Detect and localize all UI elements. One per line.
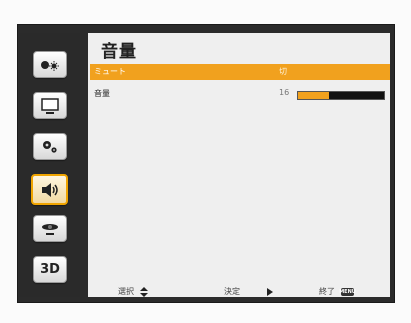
footer-exit: 終了 MENU xyxy=(319,286,356,297)
right-arrow-icon xyxy=(267,287,273,296)
mute-label: ミュート xyxy=(94,67,126,76)
volume-value: 16 xyxy=(279,88,290,97)
tab-projector[interactable] xyxy=(33,215,67,242)
sidebar-tabs: 3D xyxy=(19,33,80,297)
speaker-icon xyxy=(41,182,58,197)
footer-select: 選択 xyxy=(118,286,148,297)
settings-icon xyxy=(43,140,57,153)
select-label: 選択 xyxy=(118,287,134,296)
menu-button-icon: MENU xyxy=(339,287,356,296)
screen: 3D 音量 ミュート 切 音量 16 選択 決定 終了 MENU xyxy=(0,0,411,323)
menu-row-volume[interactable]: 音量 16 xyxy=(90,86,390,102)
mute-value: 切 xyxy=(279,67,287,76)
tab-image[interactable] xyxy=(33,51,67,78)
exit-label: 終了 xyxy=(319,287,335,296)
tab-3d[interactable]: 3D xyxy=(33,256,67,283)
menu-button-label: MENU xyxy=(339,288,356,295)
page-title: 音量 xyxy=(101,42,137,62)
footer-hints: 選択 決定 終了 MENU xyxy=(88,282,390,300)
tab-settings[interactable] xyxy=(33,133,67,160)
volume-label: 音量 xyxy=(94,89,110,98)
tab-audio[interactable] xyxy=(31,174,68,205)
display-icon xyxy=(41,97,59,114)
3d-icon: 3D xyxy=(40,262,60,277)
tab-display[interactable] xyxy=(33,92,67,119)
volume-slider-fill xyxy=(298,92,329,99)
projector-icon xyxy=(42,223,58,235)
footer-enter: 決定 xyxy=(224,286,274,297)
up-down-arrows-icon xyxy=(140,286,148,297)
volume-slider[interactable] xyxy=(297,91,385,100)
menu-row-mute[interactable]: ミュート 切 xyxy=(90,64,390,80)
brightness-icon xyxy=(41,60,59,71)
enter-label: 決定 xyxy=(224,287,240,296)
